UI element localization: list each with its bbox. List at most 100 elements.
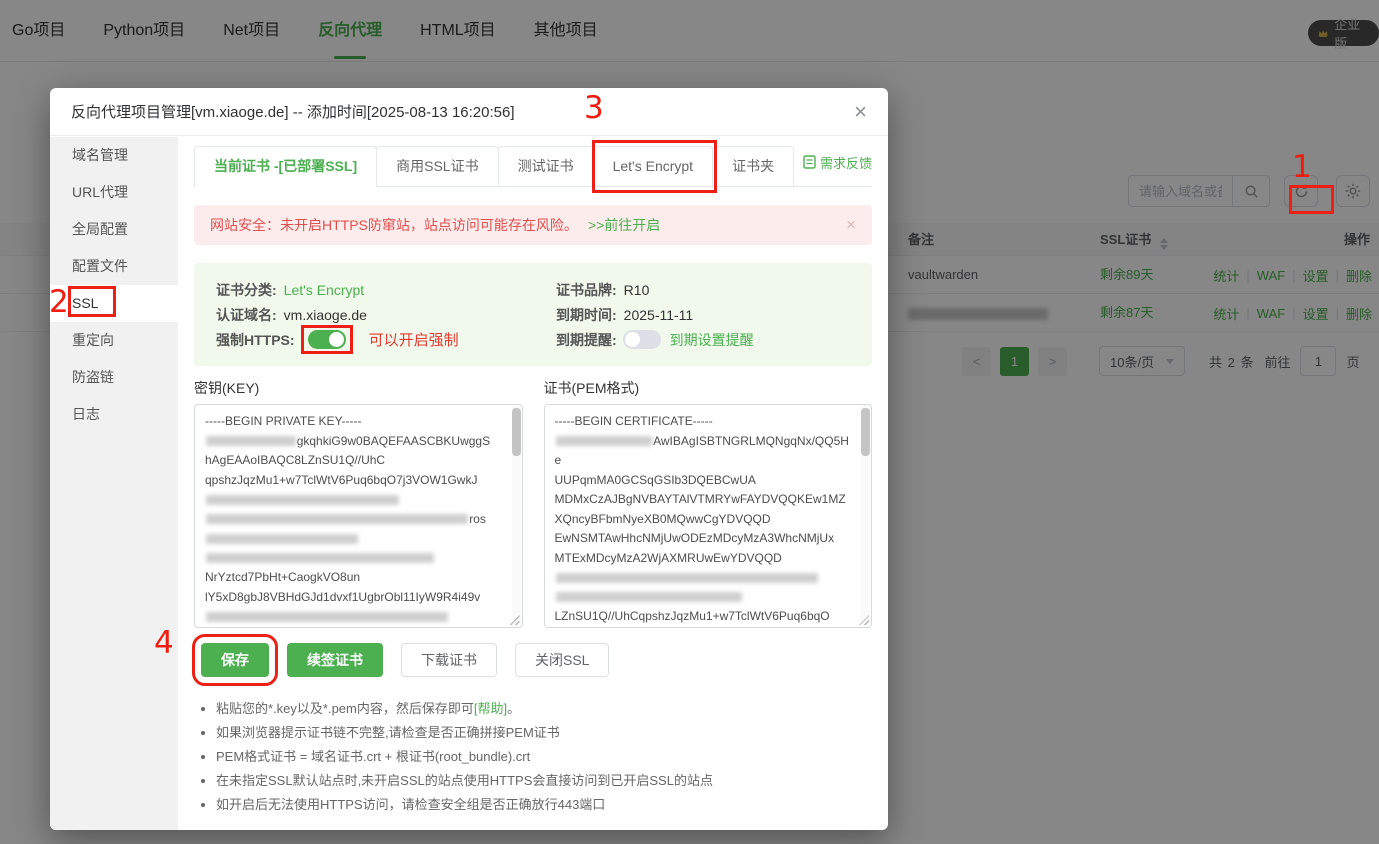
cert-text: XQncyBFbmNyeXB0MQwwCgYDVQQD <box>555 512 771 526</box>
note-item: 粘贴您的*.key以及*.pem内容，然后保存即可[帮助]。 <box>216 699 872 718</box>
expiry-remind-hint[interactable]: 到期设置提醒 <box>670 330 754 350</box>
sidebar-item-3[interactable]: 全局配置 <box>50 211 178 248</box>
cert-field: 认证域名: vm.xiaoge.de <box>216 302 556 327</box>
button-row: 保存续签证书下载证书关闭SSL <box>194 643 872 677</box>
cert-tab-1[interactable]: 当前证书 -[已部署SSL] <box>194 146 377 186</box>
force-https-hint: 可以开启强制 <box>369 329 459 350</box>
expiry-remind-row: 到期提醒:到期设置提醒 <box>556 327 850 352</box>
notes-list: 粘贴您的*.key以及*.pem内容，然后保存即可[帮助]。如果浏览器提示证书链… <box>194 699 872 814</box>
cert-text: gkqhkiG9w0BAQEFAASCBKUwggS <box>297 434 490 448</box>
cert-text: MDMxCzAJBgNVBAYTAlVTMRYwFAYDVQQKEw1MZ <box>555 492 846 506</box>
scrollbar-track[interactable] <box>512 406 521 626</box>
modal-title: 反向代理项目管理[vm.xiaoge.de] -- 添加时间[2025-08-1… <box>71 101 515 122</box>
note-text: 如果浏览器提示证书链不完整,请检查是否正确拼接PEM证书 <box>216 725 560 740</box>
cert-field: 证书分类:Let's Encrypt <box>216 277 556 302</box>
sidebar-item-1[interactable]: 域名管理 <box>50 137 178 174</box>
modal-sidebar: 域名管理URL代理全局配置配置文件SSL重定向防盗链日志 <box>50 137 178 830</box>
cert-text-line <box>205 627 504 629</box>
field-label: 证书分类: <box>216 280 277 300</box>
save-button[interactable]: 保存 <box>201 643 269 677</box>
note-item: 在未指定SSL默认站点时,未开启SSL的站点使用HTTPS会直接访问到已开启SS… <box>216 771 872 790</box>
cert-text: EwNSMTAwHhcNMjUwODEzMDcyMzA3WhcNMjUx <box>555 531 835 545</box>
redacted-text <box>206 436 296 446</box>
sidebar-item-6[interactable]: 重定向 <box>50 322 178 359</box>
note-item: 如开启后无法使用HTTPS访问，请检查安全组是否正确放行443端口 <box>216 795 872 814</box>
cert-tab-3[interactable]: 测试证书 <box>498 146 594 186</box>
note-text: 。 <box>507 701 520 716</box>
cert-text-line: gkqhkiG9w0BAQEFAASCBKUwggS <box>205 432 504 452</box>
note-text: 粘贴您的*.key以及*.pem内容，然后保存即可 <box>216 701 474 716</box>
cert-text: qpshzJqzMu1+w7TclWtV6Puq6bqO7j3VOW1GwkJ <box>205 473 477 487</box>
field-value: R10 <box>624 282 650 298</box>
cert-text: MTExMDcyMzA2WjAXMRUwEwYDVQQD <box>555 551 782 565</box>
field-label: 到期时间: <box>556 305 617 325</box>
cert-text: hAgEAAoIBAQC8LZnSU1Q//UhC <box>205 453 385 467</box>
https-warning-banner: 网站安全：未开启HTTPS防窜站，站点访问可能存在风险。 >>前往开启 × <box>194 205 872 245</box>
renew-cert-button[interactable]: 续签证书 <box>287 643 383 677</box>
sidebar-item-4[interactable]: 配置文件 <box>50 248 178 285</box>
redacted-text <box>556 436 653 446</box>
sidebar-item-8[interactable]: 日志 <box>50 396 178 433</box>
cert-text: NrYztcd7PbHt+CaogkVO8un <box>205 570 360 584</box>
warning-text: 网站安全：未开启HTTPS防窜站，站点访问可能存在风险。 <box>210 215 578 235</box>
force-https-row: 强制HTTPS:可以开启强制 <box>216 327 556 352</box>
pem-label: 证书(PEM格式) <box>544 378 873 398</box>
redacted-text <box>206 495 399 505</box>
private-key-textarea[interactable]: -----BEGIN PRIVATE KEY----- gkqhkiG9w0BAQ… <box>194 404 523 628</box>
redacted-text <box>206 612 448 622</box>
cert-text-line <box>555 588 854 608</box>
sidebar-item-7[interactable]: 防盗链 <box>50 359 178 396</box>
cert-text-line <box>205 607 504 627</box>
modal-header: 反向代理项目管理[vm.xiaoge.de] -- 添加时间[2025-08-1… <box>50 88 888 136</box>
cert-text-line: -----BEGIN PRIVATE KEY----- <box>205 412 504 432</box>
sidebar-item-5[interactable]: SSL <box>50 285 178 322</box>
redacted-text <box>206 534 358 544</box>
toggle-knob <box>625 332 640 347</box>
cert-text: lY5xD8gbJ8VBHdGJd1dvxf1UgbrObl11IyW9R4i4… <box>205 590 480 604</box>
cert-text-line: AwIBAgISBTNGRLMQNgqNx/QQ5He <box>555 432 854 471</box>
banner-close-icon[interactable]: × <box>846 215 856 235</box>
certificate-pem-textarea[interactable]: -----BEGIN CERTIFICATE----- AwIBAgISBTNGR… <box>544 404 873 628</box>
force-https-toggle[interactable] <box>308 330 346 349</box>
cert-tab-4[interactable]: Let's Encrypt <box>593 146 714 186</box>
expiry-remind-toggle[interactable] <box>623 330 661 349</box>
help-link[interactable]: [帮助] <box>474 701 507 716</box>
cert-tab-2[interactable]: 商用SSL证书 <box>376 146 498 186</box>
note-item: 如果浏览器提示证书链不完整,请检查是否正确拼接PEM证书 <box>216 723 872 742</box>
cert-text: ros <box>469 512 486 526</box>
cert-text-line: UUPqmMA0GCSqGSIb3DQEBCwUA <box>555 471 854 491</box>
cert-text-line <box>205 549 504 569</box>
modal-close-icon[interactable]: × <box>854 101 867 123</box>
cert-tab-5[interactable]: 证书夹 <box>712 146 794 186</box>
sidebar-item-2[interactable]: URL代理 <box>50 174 178 211</box>
note-text: PEM格式证书 = 域名证书.crt + 根证书(root_bundle).cr… <box>216 749 530 764</box>
note-text: 如开启后无法使用HTTPS访问，请检查安全组是否正确放行443端口 <box>216 797 605 812</box>
field-value: vm.xiaoge.de <box>284 307 367 323</box>
download-cert-button[interactable]: 下载证书 <box>401 643 497 677</box>
cert-tabs: 当前证书 -[已部署SSL]商用SSL证书测试证书Let's Encrypt证书… <box>194 142 872 187</box>
cert-text-line: -----BEGIN CERTIFICATE----- <box>555 412 854 432</box>
cert-text-line: hAgEAAoIBAQC8LZnSU1Q//UhC <box>205 451 504 471</box>
key-label: 密钥(KEY) <box>194 378 523 398</box>
note-text: 在未指定SSL默认站点时,未开启SSL的站点使用HTTPS会直接访问到已开启SS… <box>216 773 713 788</box>
cert-text-line <box>205 529 504 549</box>
note-item: PEM格式证书 = 域名证书.crt + 根证书(root_bundle).cr… <box>216 747 872 766</box>
feedback-link[interactable]: 需求反馈 <box>803 153 872 176</box>
cert-text: -----BEGIN CERTIFICATE----- <box>555 414 713 428</box>
scrollbar-thumb[interactable] <box>861 408 870 456</box>
cert-text-line <box>205 490 504 510</box>
cert-field: 到期时间:2025-11-11 <box>556 302 850 327</box>
cert-text: UUPqmMA0GCSqGSIb3DQEBCwUA <box>555 473 756 487</box>
field-label: 认证域名: <box>216 305 277 325</box>
scrollbar-thumb[interactable] <box>512 408 521 456</box>
cert-text-line: LZnSU1Q//UhCqpshzJqzMu1+w7TclWtV6Puq6bqO <box>555 607 854 627</box>
scrollbar-track[interactable] <box>861 406 870 626</box>
feedback-form-icon <box>803 155 816 169</box>
cert-text-line: MTExMDcyMzA2WjAXMRUwEwYDVQQD <box>555 549 854 569</box>
field-label: 证书品牌: <box>556 280 617 300</box>
enable-https-link[interactable]: >>前往开启 <box>588 215 660 235</box>
close-ssl-button[interactable]: 关闭SSL <box>515 643 609 677</box>
cert-text: LZnSU1Q//UhCqpshzJqzMu1+w7TclWtV6Puq6bqO <box>555 609 830 623</box>
cert-text-line: EwNSMTAwHhcNMjUwODEzMDcyMzA3WhcNMjUx <box>555 529 854 549</box>
modal-content: 当前证书 -[已部署SSL]商用SSL证书测试证书Let's Encrypt证书… <box>178 137 888 830</box>
